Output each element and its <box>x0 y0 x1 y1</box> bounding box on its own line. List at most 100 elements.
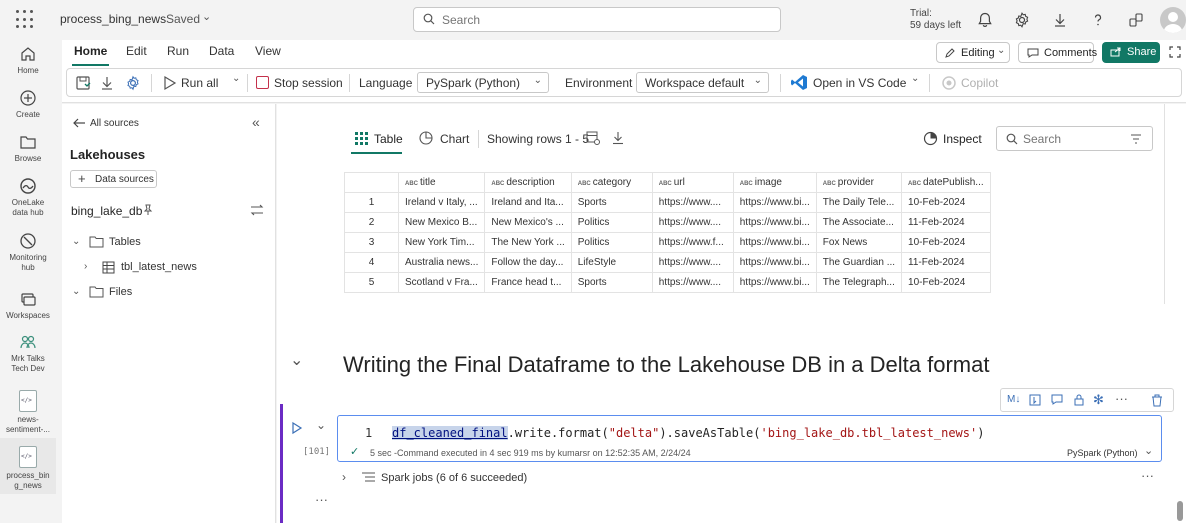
rail-item-create[interactable]: Create <box>0 89 56 120</box>
trash-icon[interactable] <box>1151 394 1163 407</box>
lock-icon[interactable] <box>1073 394 1085 406</box>
table-cell[interactable]: 10-Feb-2024 <box>901 272 991 293</box>
lakehouse-name[interactable]: bing_lake_db <box>71 204 142 218</box>
table-cell[interactable]: New Mexico's ... <box>484 212 572 233</box>
table-cell[interactable]: https://www.bi... <box>732 272 817 293</box>
data-sources-button[interactable]: + Data sources <box>70 170 157 188</box>
filter-icon[interactable] <box>1130 134 1142 144</box>
share-link-icon[interactable] <box>1127 11 1145 29</box>
environment-select[interactable]: Workspace default ⌄ <box>636 72 769 93</box>
download-icon[interactable] <box>1051 11 1069 29</box>
markdown-toggle-icon[interactable]: M↓ <box>1007 394 1020 405</box>
table-cell[interactable]: Ireland v Italy, ... <box>397 192 486 213</box>
tab-run[interactable]: Run <box>165 44 191 58</box>
table-cell[interactable]: 11-Feb-2024 <box>901 252 991 273</box>
expand-icon[interactable] <box>1166 43 1184 61</box>
column-settings-icon[interactable] <box>586 131 600 145</box>
table-cell[interactable]: France head t... <box>484 272 572 293</box>
table-cell[interactable]: The Guardian ... <box>815 252 903 273</box>
rail-item-workspace-mrk[interactable]: Mrk Talks Tech Dev <box>0 333 56 374</box>
table-cell[interactable]: Ireland and Ita... <box>484 192 572 213</box>
scrollbar-thumb[interactable] <box>1177 501 1183 521</box>
chevron-right-icon[interactable]: › <box>342 470 346 484</box>
stop-session-button[interactable]: Stop session <box>274 76 343 90</box>
tab-home[interactable]: Home <box>72 44 110 66</box>
table-cell[interactable]: Australia news... <box>397 252 486 273</box>
table-cell[interactable]: Politics <box>570 212 653 233</box>
chevron-down-icon[interactable]: ⌄ <box>316 418 326 432</box>
all-sources-link[interactable]: All sources <box>90 118 139 129</box>
table-cell[interactable]: Scotland v Fra... <box>397 272 486 293</box>
more-icon[interactable]: ··· <box>1115 391 1128 406</box>
table-cell[interactable]: https://www.... <box>651 252 734 273</box>
table-header[interactable]: ABC provider <box>815 172 903 193</box>
editing-mode-button[interactable]: Editing ⌄ <box>936 42 1010 63</box>
table-cell[interactable]: https://www.bi... <box>732 252 817 273</box>
notebook-name[interactable]: process_bing_news <box>60 12 166 26</box>
rail-item-home[interactable]: Home <box>0 45 56 76</box>
table-cell[interactable]: The New York ... <box>484 232 572 253</box>
table-row[interactable]: 1 Ireland v Italy, ... Ireland and Ita... S… <box>344 192 991 213</box>
help-icon[interactable] <box>1089 11 1107 29</box>
spark-jobs-toggle[interactable]: Spark jobs (6 of 6 succeeded) <box>381 472 527 484</box>
open-vscode-button[interactable]: Open in VS Code <box>813 76 906 90</box>
table-header[interactable]: ABC url <box>651 172 734 193</box>
table-row[interactable]: 4 Australia news... Follow the day... LifeS… <box>344 252 991 273</box>
app-launcher-icon[interactable] <box>16 10 36 30</box>
table-cell[interactable]: LifeStyle <box>570 252 653 273</box>
table-cell[interactable]: https://www.... <box>651 272 734 293</box>
switch-icon[interactable] <box>250 204 264 216</box>
chevron-down-icon[interactable]: ⌄ <box>72 286 80 297</box>
comment-icon[interactable] <box>1051 394 1063 406</box>
run-all-button[interactable]: Run all <box>181 76 218 90</box>
table-row[interactable]: 3 New York Tim... The New York ... Politics… <box>344 232 991 253</box>
global-search[interactable] <box>413 7 781 32</box>
chevron-down-icon[interactable]: ⌄ <box>72 236 80 247</box>
language-select[interactable]: PySpark (Python) ⌄ <box>417 72 549 93</box>
table-cell[interactable]: https://www.bi... <box>732 232 817 253</box>
files-folder[interactable]: Files <box>109 286 132 298</box>
arrow-left-icon[interactable] <box>72 116 86 130</box>
save-state[interactable]: Saved <box>166 12 200 26</box>
vscode-icon[interactable] <box>791 74 808 91</box>
table-cell[interactable]: The Associate... <box>815 212 903 233</box>
more-icon[interactable]: ··· <box>315 492 328 507</box>
rail-item-news-sentiment[interactable]: news- sentiment-... <box>0 390 56 435</box>
chevron-right-icon[interactable]: › <box>84 261 87 272</box>
chevron-down-icon[interactable]: ⌄ <box>1144 444 1153 457</box>
run-cell-icon[interactable] <box>291 421 303 435</box>
table-search[interactable] <box>996 126 1153 151</box>
table-cell[interactable]: https://www.bi... <box>732 192 817 213</box>
download-icon[interactable] <box>611 131 625 145</box>
table-cell[interactable]: Follow the day... <box>484 252 572 273</box>
comments-button[interactable]: Comments <box>1018 42 1097 63</box>
table-cell[interactable]: The Telegraph... <box>815 272 903 293</box>
table-cell[interactable]: Fox News <box>815 232 903 253</box>
table-cell[interactable]: The Daily Tele... <box>815 192 903 213</box>
table-cell[interactable]: Sports <box>570 192 653 213</box>
table-cell[interactable]: https://www.... <box>651 212 734 233</box>
code-cell[interactable]: 1 df_cleaned_final.write.format("delta")… <box>337 415 1162 462</box>
table-header[interactable]: ABC datePublish... <box>901 172 991 193</box>
rail-item-process-bing-news[interactable]: process_bin g_news <box>0 446 56 491</box>
chevron-down-icon[interactable]: ⌄ <box>911 73 919 84</box>
table-header[interactable]: ABC title <box>397 172 486 193</box>
pin-icon[interactable] <box>142 204 154 216</box>
tab-table[interactable]: Table <box>374 132 403 146</box>
tables-folder[interactable]: Tables <box>109 236 141 248</box>
chevron-down-icon[interactable]: ⌄ <box>232 73 240 84</box>
table-cell[interactable]: 11-Feb-2024 <box>901 212 991 233</box>
table-cell[interactable]: https://www.f... <box>651 232 734 253</box>
rail-item-monitoring[interactable]: Monitoring hub <box>0 232 56 273</box>
copilot-button[interactable]: Copilot <box>961 76 998 90</box>
inspect-button[interactable]: Inspect <box>943 132 982 146</box>
table-cell[interactable]: New Mexico B... <box>397 212 486 233</box>
rail-item-browse[interactable]: Browse <box>0 133 56 164</box>
rail-item-onelake[interactable]: OneLake data hub <box>0 177 56 218</box>
table-item-tbl-latest-news[interactable]: tbl_latest_news <box>121 261 197 273</box>
freeze-icon[interactable]: ✻ <box>1093 392 1104 408</box>
table-header[interactable]: ABC image <box>732 172 817 193</box>
avatar[interactable] <box>1160 7 1186 33</box>
code-line[interactable]: df_cleaned_final.write.format("delta").s… <box>392 426 984 440</box>
download-icon[interactable] <box>99 75 115 91</box>
